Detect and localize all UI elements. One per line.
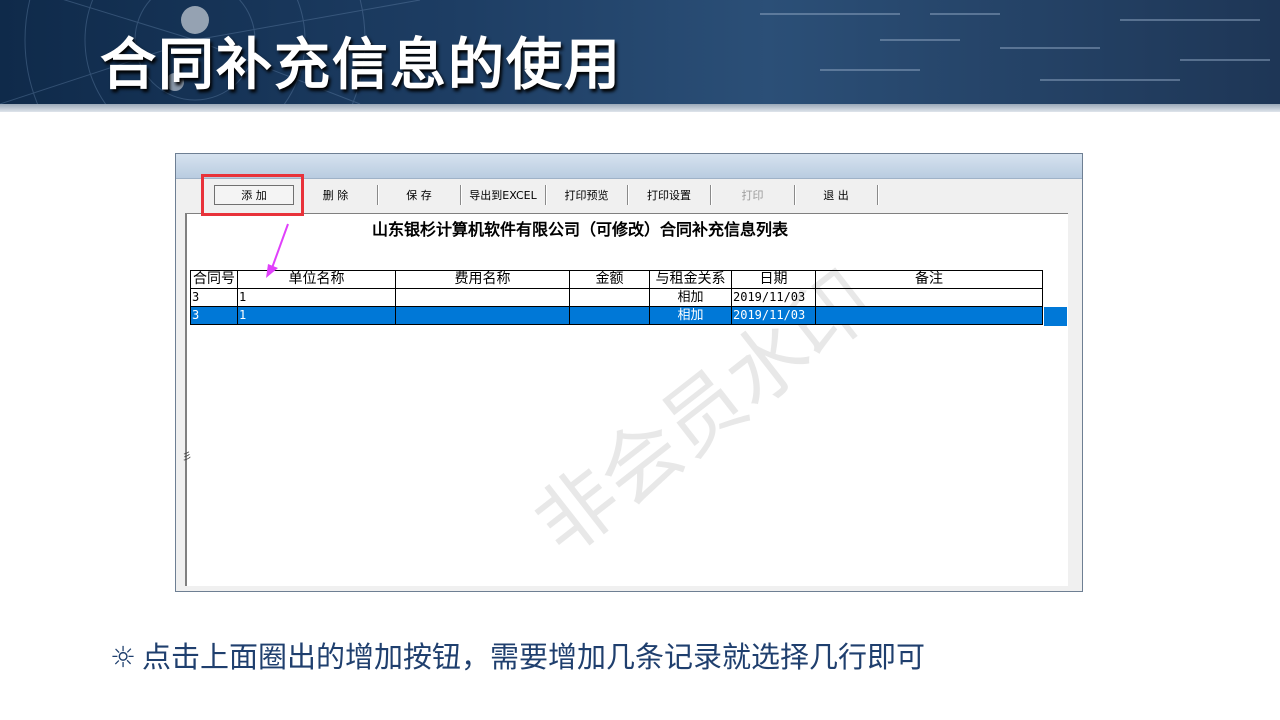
toolbar: 添 加 删 除 保 存 导出到EXCEL 打印预览 打印设置 打印 退 出 [214, 184, 878, 206]
table-row[interactable]: 3 1 相加 2019/11/03 [190, 288, 1043, 307]
column-header[interactable]: 金额 [569, 270, 650, 289]
print-button[interactable]: 打印 [711, 185, 794, 205]
cell-amount[interactable] [569, 306, 650, 325]
delete-button[interactable]: 删 除 [294, 185, 377, 205]
slide-title: 合同补充信息的使用 [100, 33, 622, 98]
slide-banner: 合同补充信息的使用 [0, 0, 1280, 104]
column-header[interactable]: 备注 [815, 270, 1043, 289]
side-mark: 彡 [182, 452, 192, 463]
highlight-box [201, 174, 304, 216]
sun-bullet-icon: ☼ [110, 640, 136, 674]
exit-button[interactable]: 退 出 [795, 185, 877, 205]
bullet-text: 点击上面圈出的增加按钮，需要增加几条记录就选择几行即可 [142, 640, 926, 674]
table-row-selected[interactable]: 3 1 相加 2019/11/03 [190, 306, 1043, 325]
print-preview-button[interactable]: 打印预览 [546, 185, 627, 205]
report-title: 山东银杉计算机软件有限公司（可修改）合同补充信息列表 [372, 220, 789, 239]
window-titlebar [176, 154, 1082, 179]
cell-contract-no[interactable]: 3 [190, 306, 238, 325]
print-setup-button[interactable]: 打印设置 [628, 185, 710, 205]
column-header[interactable]: 费用名称 [395, 270, 570, 289]
cell-date[interactable]: 2019/11/03 [731, 288, 816, 307]
cell-note[interactable] [815, 288, 1043, 307]
cell-date[interactable]: 2019/11/03 [731, 306, 816, 325]
save-button[interactable]: 保 存 [378, 185, 460, 205]
cell-fee[interactable] [395, 288, 570, 307]
selection-highlight [1044, 307, 1067, 326]
bullet-caption: ☼ 点击上面圈出的增加按钮，需要增加几条记录就选择几行即可 [110, 634, 925, 676]
cell-relation[interactable]: 相加 [649, 288, 732, 307]
column-header[interactable]: 日期 [731, 270, 816, 289]
grid-header-row: 合同号 单位名称 费用名称 金额 与租金关系 日期 备注 [190, 270, 1043, 289]
banner-divider [0, 104, 1280, 112]
export-excel-button[interactable]: 导出到EXCEL [461, 185, 545, 205]
toolbar-separator [877, 185, 878, 205]
cell-amount[interactable] [569, 288, 650, 307]
pointer-arrow-icon [266, 223, 289, 278]
cell-relation[interactable]: 相加 [649, 306, 732, 325]
cell-fee[interactable] [395, 306, 570, 325]
column-header[interactable]: 合同号 [190, 270, 238, 289]
cell-unit[interactable]: 1 [237, 288, 396, 307]
column-header[interactable]: 与租金关系 [649, 270, 732, 289]
cell-unit[interactable]: 1 [237, 306, 396, 325]
data-grid: 合同号 单位名称 费用名称 金额 与租金关系 日期 备注 3 1 相加 2019… [190, 270, 1043, 325]
cell-note[interactable] [815, 306, 1043, 325]
cell-contract-no[interactable]: 3 [190, 288, 238, 307]
